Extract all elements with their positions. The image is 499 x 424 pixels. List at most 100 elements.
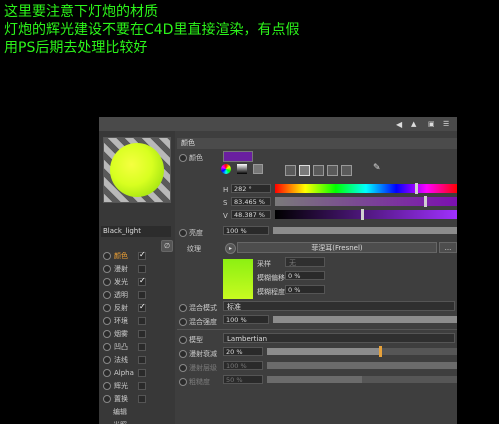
channel-item[interactable]: 烟雾	[103, 328, 146, 340]
diffuse-level-field: 100 %	[223, 361, 263, 370]
kelvin-mode-icon[interactable]	[313, 165, 324, 176]
arrow-up-icon[interactable]: ▲	[411, 120, 416, 128]
rename-button[interactable]: ∅	[161, 240, 173, 252]
diffuse-falloff-field[interactable]: 20 %	[223, 347, 263, 356]
roughness-slider	[267, 376, 457, 383]
roughness-label: 粗糙度	[189, 378, 210, 386]
h-field[interactable]: 282 °	[231, 184, 271, 193]
s-field[interactable]: 83.465 %	[231, 197, 271, 206]
channel-checkbox[interactable]	[138, 301, 146, 313]
color-anim-dot[interactable]	[179, 154, 187, 162]
texture-menu-icon[interactable]: ▸	[225, 243, 236, 254]
diffuse-level-anim-dot	[179, 364, 187, 372]
channel-checkbox[interactable]	[138, 317, 146, 325]
channel-dot[interactable]	[103, 291, 111, 299]
brightness-slider[interactable]	[273, 227, 457, 234]
saturation-slider[interactable]	[275, 196, 457, 207]
brightness-field[interactable]: 100 %	[223, 226, 269, 235]
blur-offset-field[interactable]: 0 %	[285, 271, 325, 280]
channel-checkbox[interactable]	[138, 249, 146, 261]
caption-line-2: 灯炮的辉光建设不要在C4D里直接渲染，有点假	[4, 22, 300, 38]
menu-icon[interactable]: ☰	[443, 120, 449, 128]
channel-checkbox[interactable]	[138, 275, 146, 287]
channel-dot[interactable]	[103, 343, 111, 351]
channel-dot[interactable]	[103, 395, 111, 403]
blur-scale-field[interactable]: 0 %	[285, 285, 325, 294]
slider-fill	[273, 316, 457, 323]
spectrum-icon[interactable]	[237, 164, 247, 174]
diffuse-falloff-anim-dot[interactable]	[179, 350, 187, 358]
channel-checkbox[interactable]	[138, 369, 146, 377]
mix-mode-select[interactable]: 标准	[223, 301, 455, 311]
channel-dot[interactable]	[103, 330, 111, 338]
material-preview[interactable]	[103, 137, 171, 203]
channel-dot[interactable]	[103, 304, 111, 312]
hue-slider[interactable]	[275, 183, 457, 194]
model-label: 模型	[189, 336, 203, 344]
channel-item[interactable]: 漫射	[103, 263, 146, 275]
swatches-icon[interactable]	[341, 165, 352, 176]
texture-more-button[interactable]: ...	[439, 242, 457, 253]
color-wheel-icon[interactable]	[221, 164, 231, 174]
fresnel-shader-button[interactable]: 菲涅耳(Fresnel)	[237, 242, 437, 253]
slider-knob[interactable]	[379, 346, 383, 357]
channel-item[interactable]: 环境	[103, 315, 146, 327]
channel-item[interactable]: 发光	[103, 275, 146, 288]
channel-checkbox[interactable]	[138, 265, 146, 273]
channel-item[interactable]: 颜色	[103, 249, 146, 262]
color-swatch[interactable]	[223, 151, 253, 162]
rgb-mode-icon[interactable]	[285, 165, 296, 176]
value-slider[interactable]	[275, 209, 457, 220]
sampling-select[interactable]: 无	[285, 257, 325, 267]
image-icon[interactable]	[253, 164, 263, 174]
channel-item[interactable]: 法线	[103, 354, 146, 366]
channel-checkbox[interactable]	[138, 395, 146, 403]
channel-dot[interactable]	[103, 382, 111, 390]
brightness-anim-dot[interactable]	[179, 229, 187, 237]
channel-item[interactable]: Alpha	[103, 367, 146, 379]
hsv-mode-icon[interactable]	[299, 165, 310, 176]
channel-checkbox[interactable]	[138, 330, 146, 338]
channel-label: 辉光	[114, 382, 128, 390]
channel-checkbox[interactable]	[138, 382, 146, 390]
channel-dot[interactable]	[103, 356, 111, 364]
slider-knob[interactable]	[414, 183, 418, 194]
channel-checkbox[interactable]	[138, 291, 146, 299]
diffuse-falloff-slider[interactable]	[267, 346, 457, 357]
channel-item[interactable]: 辉光	[103, 380, 146, 392]
color-label: 颜色	[189, 154, 203, 162]
editor-toolbar: ◀ ▲ ▣ ☰	[99, 117, 457, 131]
mix-mode-anim-dot[interactable]	[179, 304, 187, 312]
channel-checkbox[interactable]	[138, 356, 146, 364]
mix-strength-slider[interactable]	[273, 316, 457, 323]
extra-item[interactable]: 光照	[113, 420, 127, 424]
channel-item[interactable]: 反射	[103, 301, 146, 314]
texture-label: 纹理	[187, 245, 201, 253]
mixer-mode-icon[interactable]	[327, 165, 338, 176]
channel-item[interactable]: 透明	[103, 289, 146, 301]
v-field[interactable]: 48.387 %	[231, 210, 271, 219]
channel-dot[interactable]	[103, 252, 111, 260]
slider-knob[interactable]	[360, 209, 364, 220]
model-select[interactable]: Lambertian	[223, 333, 455, 343]
extra-item[interactable]: 编辑	[113, 407, 127, 417]
mix-mode-label: 混合模式	[189, 304, 217, 312]
channel-dot[interactable]	[103, 317, 111, 325]
channel-dot[interactable]	[103, 369, 111, 377]
channel-label: 漫射	[114, 265, 128, 273]
channel-checkbox[interactable]	[138, 343, 146, 351]
eyedropper-icon[interactable]: ✎	[373, 163, 381, 173]
roughness-field: 50 %	[223, 375, 263, 384]
channel-dot[interactable]	[103, 265, 111, 273]
model-anim-dot[interactable]	[179, 336, 187, 344]
material-name[interactable]: Black_light	[101, 226, 171, 237]
mix-strength-anim-dot[interactable]	[179, 318, 187, 326]
lock-icon[interactable]: ▣	[428, 120, 435, 128]
arrow-left-icon[interactable]: ◀	[396, 120, 402, 129]
channel-dot[interactable]	[103, 278, 111, 286]
slider-knob[interactable]	[423, 196, 427, 207]
mix-strength-field[interactable]: 100 %	[223, 315, 269, 324]
channel-item[interactable]: 凹凸	[103, 341, 146, 353]
brightness-row: 亮度	[179, 228, 203, 238]
channel-item[interactable]: 置换	[103, 393, 146, 405]
